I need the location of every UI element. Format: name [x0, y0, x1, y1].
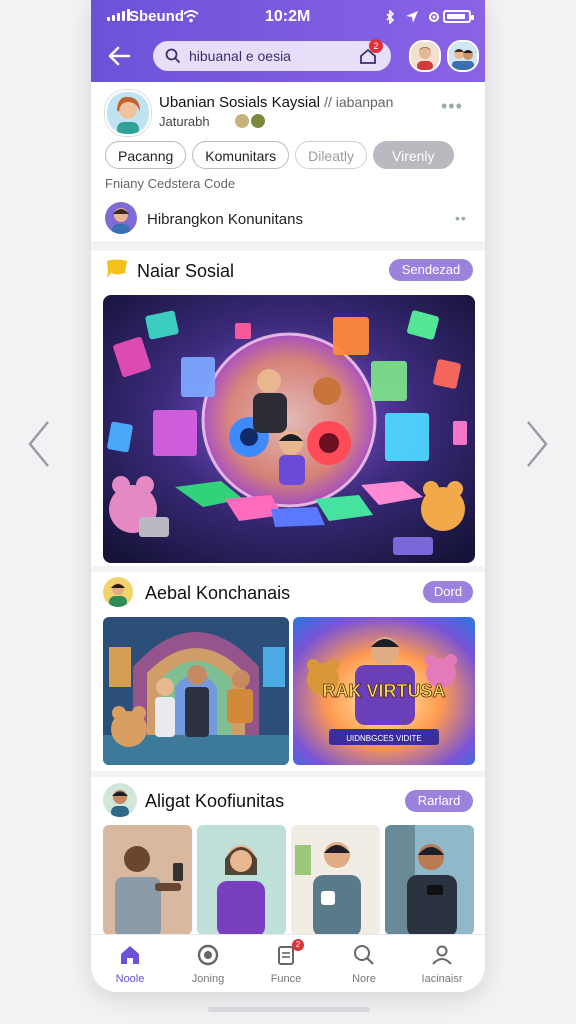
nav-badge: 2	[292, 939, 304, 951]
divider	[91, 566, 485, 572]
profile-icon	[432, 945, 452, 965]
location-icon	[406, 11, 418, 23]
chevron-left-icon	[28, 421, 49, 467]
more-options-icon[interactable]: ••	[455, 210, 467, 226]
user-avatar[interactable]	[409, 40, 441, 72]
notification-badge: 2	[369, 39, 383, 53]
chip-dileatly[interactable]: Dileatly	[295, 141, 367, 169]
section-action-rarlard[interactable]: Rarlard	[405, 790, 473, 812]
chip-pacanng[interactable]: Pacanng	[105, 141, 187, 169]
community-label: Hibrangkon Konunitans	[147, 211, 303, 228]
member-photo[interactable]	[385, 825, 474, 935]
phone-screen: Sbeund 10:2M 2	[91, 0, 485, 992]
next-arrow[interactable]	[524, 418, 550, 470]
settings-icon	[429, 12, 439, 22]
community-row[interactable]: Hibrangkon Konunitans ••	[91, 200, 485, 243]
section-avatar	[103, 577, 133, 607]
bluetooth-icon	[386, 10, 395, 24]
poster-subtitle: UIDNBGCES VIDITE	[346, 734, 422, 743]
section-title-aebal-konchanais: Aebal Konchanais	[145, 583, 291, 603]
poster-title: RAK VIRTUSA	[322, 681, 445, 701]
explore-icon	[197, 944, 219, 966]
group-avatar[interactable]	[105, 90, 151, 136]
badge-icon	[235, 114, 249, 128]
chat-bubble-icon	[107, 259, 127, 278]
divider	[91, 243, 485, 251]
section-action-sendezad[interactable]: Sendezad	[389, 259, 473, 281]
section-title-aligat-koofiunitas: Aligat Koofiunitas	[145, 791, 285, 811]
group-subtitle: Jaturabh	[159, 114, 210, 129]
member-photo[interactable]	[103, 825, 192, 935]
badge-icon	[251, 114, 265, 128]
top-bar: Sbeund 10:2M 2	[91, 0, 485, 82]
community-avatar	[105, 202, 137, 234]
chip-virenly[interactable]: Virenly	[373, 141, 454, 169]
nav-funce[interactable]: 2 Funce	[247, 935, 325, 992]
poster-thumbnail[interactable]: RAK VIRTUSA UIDNBGCES VIDITE	[293, 617, 475, 765]
nav-home[interactable]: Noole	[91, 935, 169, 992]
search-bar[interactable]: 2	[153, 39, 391, 71]
chevron-right-icon	[527, 421, 548, 467]
status-bar: Sbeund 10:2M	[91, 0, 485, 34]
group-title-suffix: // iabanpan	[324, 94, 394, 110]
helper-text: Fniany Cedstera Code	[105, 176, 236, 191]
section-action-dord[interactable]: Dord	[423, 581, 473, 603]
member-photo[interactable]	[197, 825, 286, 935]
home-icon	[121, 946, 139, 964]
more-options-icon[interactable]: •••	[441, 96, 463, 117]
back-button[interactable]	[105, 44, 133, 68]
chip-komunitars[interactable]: Komunitars	[192, 141, 290, 169]
battery-icon	[443, 10, 474, 23]
wifi-icon	[183, 10, 199, 23]
carrier-name: Sbeund	[129, 8, 184, 25]
filter-chips: Pacanng Komunitars Dileatly Virenly	[105, 141, 454, 169]
clock: 10:2M	[265, 8, 311, 25]
nav-nore[interactable]: Nore	[325, 935, 403, 992]
nav-joning[interactable]: Joning	[169, 935, 247, 992]
group-title: Ubanian Sosials Kaysial // iabanpan	[159, 94, 394, 111]
member-photo[interactable]	[291, 825, 380, 935]
home-indicator[interactable]	[208, 1007, 370, 1012]
section-title-naiar-sosial: Naiar Sosial	[137, 261, 235, 281]
section-avatar	[103, 783, 137, 817]
search-icon	[165, 48, 181, 64]
group-badges	[235, 114, 265, 128]
search-input[interactable]	[187, 47, 361, 65]
media-thumbnail[interactable]	[103, 617, 289, 765]
previous-arrow[interactable]	[26, 418, 52, 470]
nav-profile[interactable]: Iacinaisr	[403, 935, 481, 992]
friend-avatar[interactable]	[447, 40, 479, 72]
featured-image[interactable]	[103, 295, 475, 563]
signal-icon	[107, 9, 130, 21]
group-header: Ubanian Sosials Kaysial // iabanpan Jatu…	[105, 90, 471, 136]
divider	[91, 771, 485, 777]
bottom-navigation: Noole Joning 2 Funce Nore Iacinaisr	[91, 934, 485, 992]
search-icon	[354, 945, 374, 965]
